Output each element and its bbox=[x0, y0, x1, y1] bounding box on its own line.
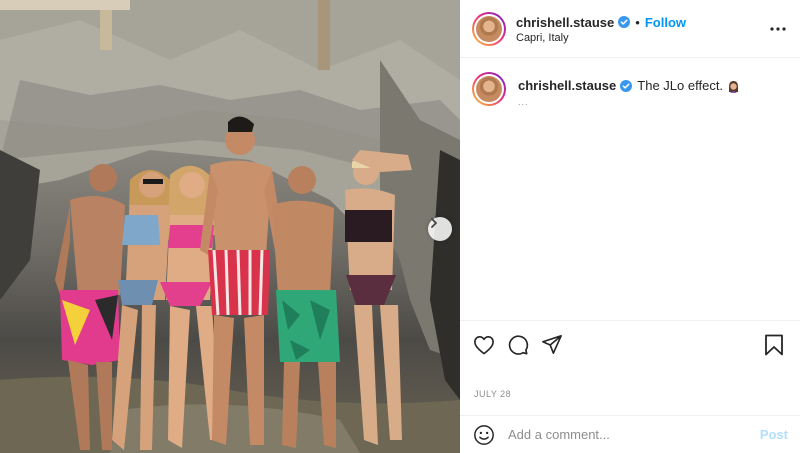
separator-dot: • bbox=[635, 14, 640, 30]
comment-bar: Post bbox=[460, 415, 800, 453]
post-comment-button[interactable]: Post bbox=[760, 427, 788, 442]
bookmark-icon bbox=[765, 334, 783, 355]
action-bar bbox=[460, 320, 800, 368]
comment-bubble-icon bbox=[508, 334, 529, 355]
more-options-button[interactable] bbox=[768, 19, 788, 39]
caption-avatar[interactable] bbox=[472, 72, 506, 106]
share-button[interactable] bbox=[540, 333, 564, 357]
post-photo[interactable] bbox=[0, 0, 460, 453]
chevron-right-icon bbox=[431, 218, 437, 228]
comment-input[interactable] bbox=[508, 427, 752, 442]
verified-badge-icon bbox=[620, 80, 633, 92]
more-options-icon bbox=[770, 27, 786, 31]
avatar-image bbox=[476, 76, 502, 102]
woman-emoji-icon bbox=[727, 80, 740, 93]
emoji-button[interactable] bbox=[472, 423, 496, 447]
post-side-panel: chrishell.stause • Follow Capri, Italy c… bbox=[460, 0, 800, 453]
smiley-icon bbox=[474, 424, 494, 445]
caption-text: The JLo effect. bbox=[637, 78, 724, 93]
photo-scene bbox=[0, 0, 460, 453]
caption-more[interactable]: ... bbox=[518, 97, 740, 107]
verified-badge-icon bbox=[618, 16, 631, 28]
next-photo-button[interactable] bbox=[428, 217, 452, 241]
like-button[interactable] bbox=[472, 333, 496, 357]
avatar-image bbox=[476, 15, 502, 42]
paper-plane-icon bbox=[542, 335, 562, 354]
heart-icon bbox=[474, 335, 494, 354]
caption-username-link[interactable]: chrishell.stause bbox=[518, 77, 616, 95]
username-link[interactable]: chrishell.stause bbox=[516, 14, 614, 31]
comment-button[interactable] bbox=[506, 333, 530, 357]
post-caption: chrishell.stause The JLo effect. ... bbox=[472, 72, 788, 107]
save-button[interactable] bbox=[762, 333, 786, 357]
location-link[interactable]: Capri, Italy bbox=[516, 32, 686, 44]
post-header: chrishell.stause • Follow Capri, Italy bbox=[460, 0, 800, 58]
avatar[interactable] bbox=[472, 11, 506, 46]
follow-button[interactable]: Follow bbox=[645, 14, 686, 31]
post-date[interactable]: JULY 28 bbox=[474, 389, 511, 399]
